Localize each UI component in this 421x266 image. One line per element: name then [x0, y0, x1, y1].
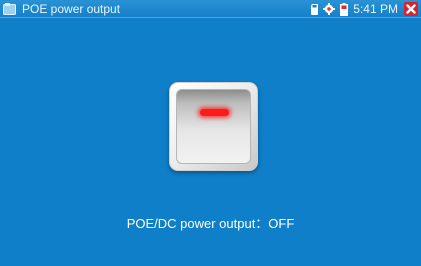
status-icons: 5:41 PM	[311, 1, 418, 17]
sd-card-icon	[311, 3, 319, 15]
app-title: POE power output	[22, 2, 121, 16]
close-icon[interactable]	[404, 2, 418, 16]
switch-face	[176, 89, 251, 164]
battery-icon	[340, 2, 349, 16]
app-icon	[3, 3, 16, 15]
power-indicator-light	[200, 109, 229, 116]
settings-icon	[323, 3, 336, 15]
power-toggle-switch[interactable]	[169, 82, 258, 171]
clock: 5:41 PM	[353, 2, 398, 16]
status-bar: POE power output 5:41 PM	[0, 0, 421, 18]
power-output-status: POE/DC power output：OFF	[126, 216, 295, 231]
